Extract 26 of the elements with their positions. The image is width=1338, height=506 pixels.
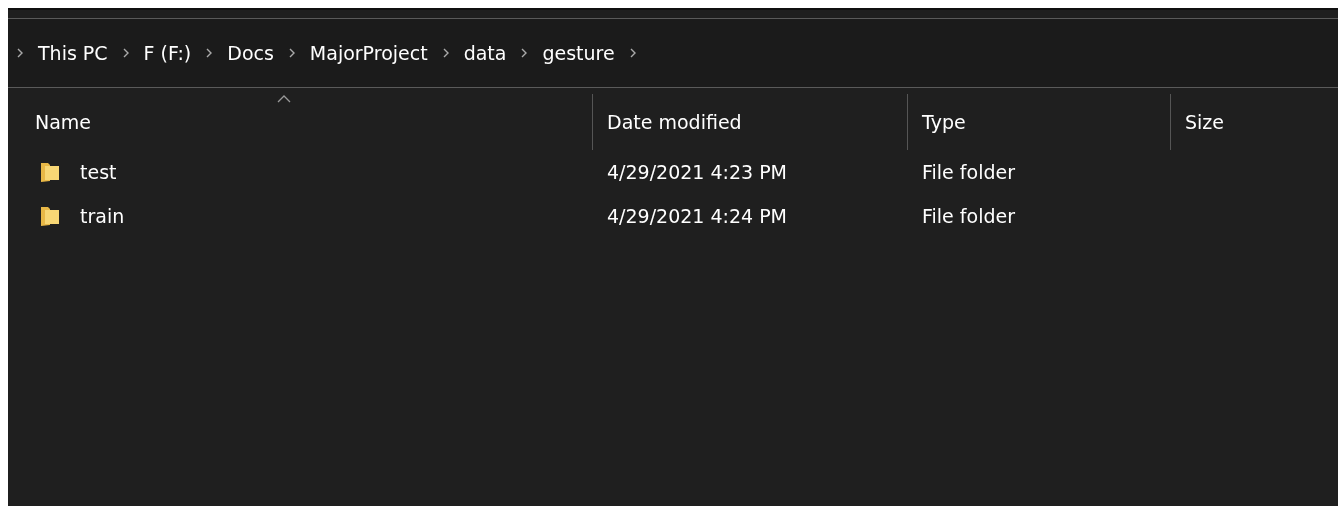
file-name[interactable]: train bbox=[80, 201, 125, 231]
folder-icon bbox=[40, 205, 60, 227]
file-name[interactable]: test bbox=[80, 157, 117, 187]
column-header[interactable]: Type bbox=[922, 107, 966, 137]
chevron-icon[interactable] bbox=[121, 47, 130, 59]
column-header[interactable]: Size bbox=[1185, 107, 1224, 137]
breadcrumb-item[interactable]: gesture bbox=[542, 38, 615, 68]
column-header[interactable]: Date modified bbox=[607, 107, 742, 137]
breadcrumb-item[interactable]: Docs bbox=[227, 38, 274, 68]
file-type: File folder bbox=[921, 203, 1016, 229]
chevron-icon[interactable] bbox=[441, 47, 450, 59]
breadcrumb-item[interactable]: F (F:) bbox=[143, 38, 192, 68]
breadcrumb-item[interactable]: This PC bbox=[38, 38, 108, 68]
sort-ascending-icon bbox=[276, 94, 291, 103]
breadcrumb-item[interactable]: MajorProject bbox=[309, 38, 428, 68]
breadcrumb-item[interactable]: data bbox=[463, 38, 507, 68]
column-header[interactable]: Name bbox=[35, 107, 92, 137]
folder-icon bbox=[40, 161, 60, 183]
date-modified: 4/29/2021 4:24 PM bbox=[606, 203, 789, 229]
chevron-icon[interactable] bbox=[520, 47, 529, 59]
chevron-icon[interactable] bbox=[628, 47, 637, 59]
chevron-icon[interactable] bbox=[205, 47, 214, 59]
file-type: File folder bbox=[921, 159, 1016, 185]
chevron-icon[interactable] bbox=[287, 47, 296, 59]
chevron-icon[interactable] bbox=[16, 47, 24, 59]
date-modified: 4/29/2021 4:23 PM bbox=[606, 159, 789, 185]
